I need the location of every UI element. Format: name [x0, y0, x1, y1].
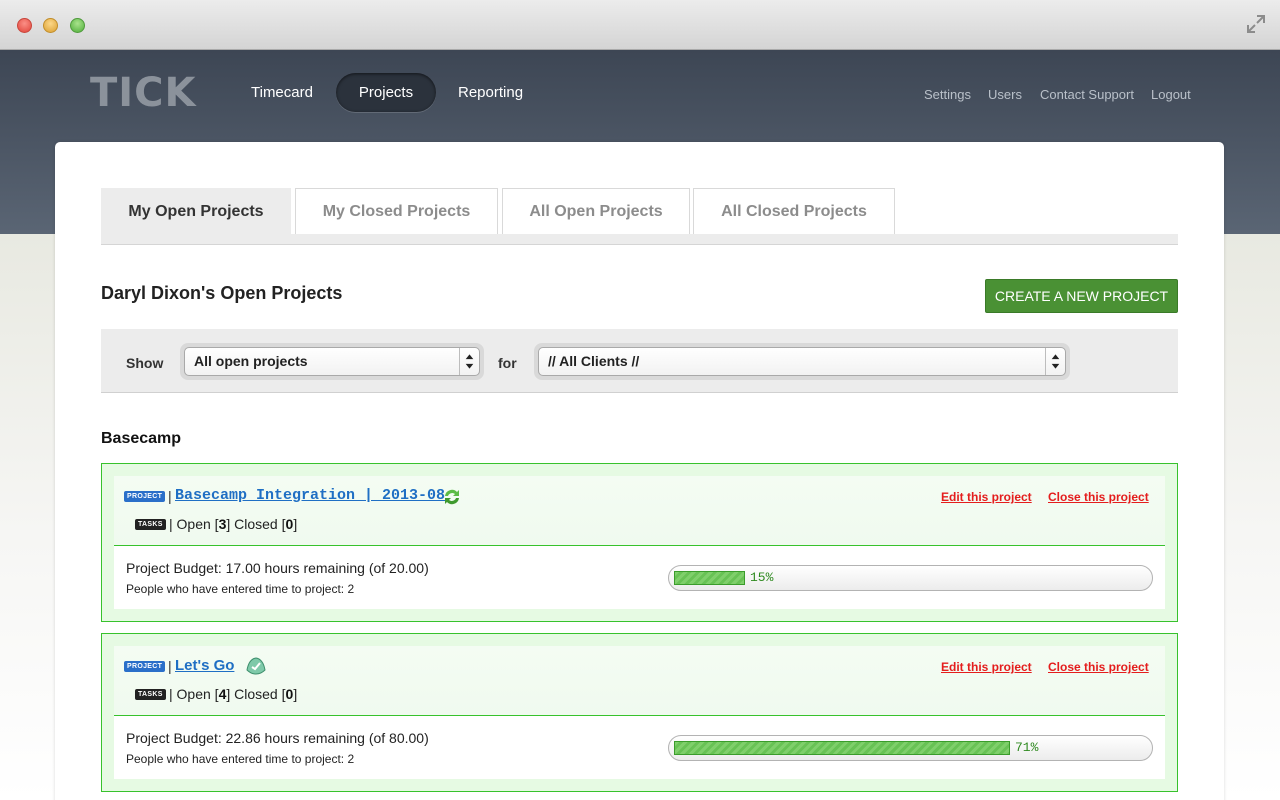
tasks-badge: TASKS — [135, 519, 166, 530]
nav-timecard[interactable]: Timecard — [229, 73, 335, 112]
project-tabs: My Open Projects My Closed Projects All … — [101, 188, 1178, 245]
project-people: People who have entered time to project:… — [126, 582, 355, 596]
task-counts: | Open [3] Closed [0] — [169, 516, 298, 532]
select-arrows-icon — [459, 348, 474, 375]
minimize-window-button[interactable] — [43, 18, 58, 33]
show-select[interactable]: All open projects — [184, 347, 480, 376]
closed-task-count: 0 — [285, 516, 294, 532]
main-panel: My Open Projects My Closed Projects All … — [55, 142, 1224, 800]
select-arrows-icon — [1045, 348, 1060, 375]
nav-reporting[interactable]: Reporting — [436, 73, 545, 112]
budget-progress-bar: 15% — [668, 565, 1153, 591]
progress-fill — [674, 571, 745, 585]
window-titlebar — [0, 0, 1280, 50]
show-select-value: All open projects — [194, 353, 308, 369]
users-link[interactable]: Users — [988, 87, 1022, 102]
tab-all-open-projects[interactable]: All Open Projects — [502, 188, 690, 234]
create-project-button[interactable]: CREATE A NEW PROJECT — [985, 279, 1178, 313]
project-budget: Project Budget: 22.86 hours remaining (o… — [126, 730, 429, 746]
project-people: People who have entered time to project:… — [126, 752, 355, 766]
fullscreen-icon[interactable] — [1246, 14, 1266, 34]
edit-project-link[interactable]: Edit this project — [941, 660, 1032, 674]
close-project-link[interactable]: Close this project — [1048, 660, 1149, 674]
progress-fill — [674, 741, 1010, 755]
open-task-count: 3 — [218, 516, 227, 532]
tab-my-closed-projects[interactable]: My Closed Projects — [295, 188, 498, 234]
closed-task-count: 0 — [285, 686, 294, 702]
for-label: for — [498, 355, 517, 371]
settings-link[interactable]: Settings — [924, 87, 971, 102]
project-badge: PROJECT — [124, 491, 166, 502]
project-card: PROJECT | Basecamp Integration | 2013-08… — [101, 463, 1178, 622]
zoom-window-button[interactable] — [70, 18, 85, 33]
tasks-badge: TASKS — [135, 689, 166, 700]
client-group-title: Basecamp — [101, 430, 182, 447]
tick-logo[interactable]: TICK — [90, 73, 197, 113]
project-card: PROJECT | Let's Go Edit this project Clo… — [101, 633, 1178, 792]
tab-my-open-projects[interactable]: My Open Projects — [101, 188, 291, 234]
project-name-link[interactable]: Basecamp Integration | 2013-08 — [175, 487, 445, 504]
tab-all-closed-projects[interactable]: All Closed Projects — [693, 188, 895, 234]
nav-projects[interactable]: Projects — [336, 73, 436, 112]
budget-progress-bar: 71% — [668, 735, 1153, 761]
project-name-link[interactable]: Let's Go — [175, 657, 234, 674]
open-task-count: 4 — [218, 686, 227, 702]
edit-project-link[interactable]: Edit this project — [941, 490, 1032, 504]
basecamp-icon[interactable] — [246, 655, 266, 675]
project-budget: Project Budget: 17.00 hours remaining (o… — [126, 560, 429, 576]
project-badge: PROJECT — [124, 661, 166, 672]
progress-label: 71% — [1015, 740, 1039, 755]
page-title: Daryl Dixon's Open Projects — [101, 283, 343, 303]
sync-icon[interactable] — [442, 487, 462, 507]
show-label: Show — [126, 355, 164, 371]
filter-bar: Show All open projects for // All Client… — [101, 329, 1178, 393]
task-counts: | Open [4] Closed [0] — [169, 686, 298, 702]
close-window-button[interactable] — [17, 18, 32, 33]
close-project-link[interactable]: Close this project — [1048, 490, 1149, 504]
contact-support-link[interactable]: Contact Support — [1040, 87, 1134, 102]
client-select[interactable]: // All Clients // — [538, 347, 1066, 376]
logout-link[interactable]: Logout — [1151, 87, 1191, 102]
client-select-value: // All Clients // — [548, 353, 640, 369]
progress-label: 15% — [750, 570, 774, 585]
